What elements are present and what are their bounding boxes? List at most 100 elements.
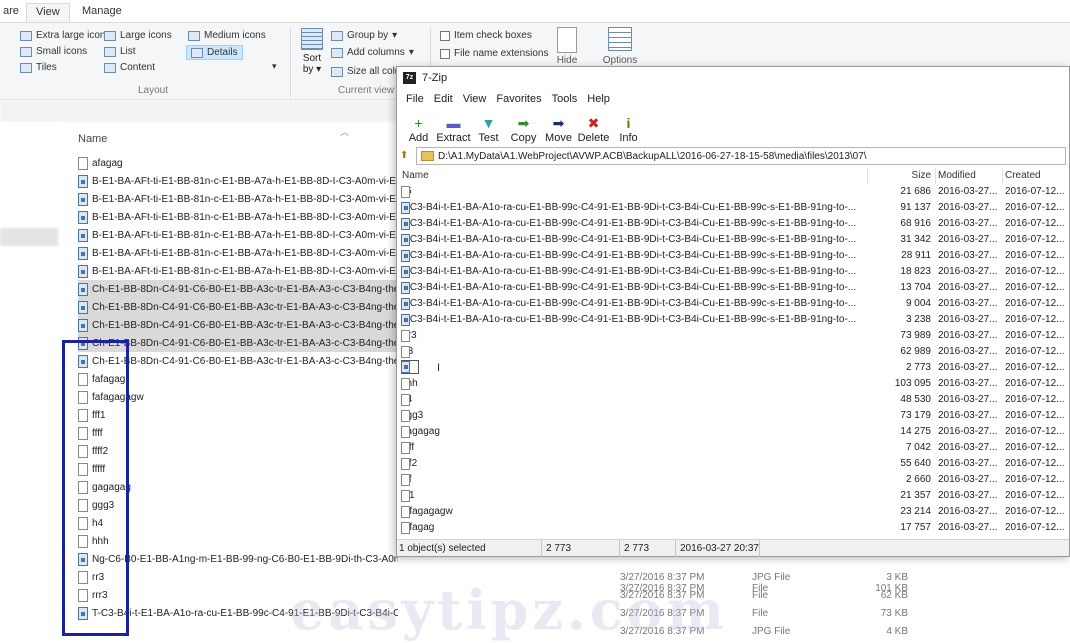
layout-details[interactable]: Details [186, 45, 243, 60]
layout-more-chevron[interactable]: ▾ [272, 61, 277, 72]
archive-row[interactable]: fffff 7 042 2016-03-27... 2016-07-12... [397, 440, 1069, 456]
archive-row[interactable]: fafagag 17 757 2016-03-27... 2016-07-12... [397, 520, 1069, 536]
cell-modified: 2016-03-27... [938, 362, 998, 373]
tab-view[interactable]: View [26, 3, 70, 22]
archive-row[interactable]: T-C3-B4i-t-E1-BA-A1o-ra-cu-E1-BB-99c-C4-… [397, 280, 1069, 296]
archive-row[interactable]: hI 2 773 2016-03-27... 2016-07-12... [397, 360, 1069, 376]
path-field[interactable]: D:\A1.MyData\A1.WebProject\AVWP.ACB\Back… [416, 147, 1066, 165]
size-all-columns-button[interactable]: Size all colu [331, 66, 400, 77]
archive-row[interactable]: T-C3-B4i-t-E1-BA-A1o-ra-cu-E1-BB-99c-C4-… [397, 264, 1069, 280]
layout-small-icons[interactable]: Small icons [20, 46, 87, 57]
column-divider[interactable] [1002, 168, 1003, 184]
column-header-name[interactable]: Name [402, 168, 429, 184]
menu-view[interactable]: View [458, 93, 492, 105]
archive-row[interactable]: h4 48 530 2016-03-27... 2016-07-12... [397, 392, 1069, 408]
archive-row[interactable]: ggg3 73 179 2016-03-27... 2016-07-12... [397, 408, 1069, 424]
layout-large-icons[interactable]: Large icons [104, 30, 172, 41]
file-row[interactable]: B-E1-BA-AFt-ti-E1-BB-81n-c-E1-BB-A7a-h-E… [78, 172, 398, 190]
medium-icons-icon [188, 30, 200, 41]
test-button[interactable]: ▼ Test [471, 109, 506, 145]
archive-row[interactable]: gagagag 14 275 2016-03-27... 2016-07-12... [397, 424, 1069, 440]
cell-name: rr3 [401, 344, 866, 360]
column-header-modified[interactable]: Modified [938, 168, 976, 184]
column-divider[interactable] [935, 168, 936, 184]
extract-button[interactable]: ▬ Extract [436, 109, 471, 145]
column-header-size[interactable]: Size [869, 168, 931, 184]
options-button[interactable]: Options [602, 27, 638, 66]
archive-row[interactable]: T-C3-B4i-t-E1-BA-A1o-ra-cu-E1-BB-99c-C4-… [397, 200, 1069, 216]
layout-tiles[interactable]: Tiles [20, 62, 57, 73]
archive-row[interactable]: T-C3-B4i-t-E1-BA-A1o-ra-cu-E1-BB-99c-C4-… [397, 296, 1069, 312]
cell-name: ffff2 [401, 456, 866, 472]
file-icon [401, 426, 410, 438]
up-folder-icon[interactable]: ⬆ [400, 150, 412, 162]
menu-edit[interactable]: Edit [429, 93, 458, 105]
file-row[interactable]: B-E1-BA-AFt-ti-E1-BB-81n-c-E1-BB-A7a-h-E… [78, 244, 398, 262]
archive-row[interactable]: hhh 103 095 2016-03-27... 2016-07-12... [397, 376, 1069, 392]
layout-content[interactable]: Content [104, 62, 155, 73]
file-name: Ch-E1-BB-8Dn-C4-91-C6-B0-E1-BB-A3c-tr-E1… [92, 355, 398, 367]
file-type: File [752, 590, 769, 601]
text-cursor-icon: I [437, 362, 441, 374]
archive-row[interactable]: T-C3-B4i-t-E1-BA-A1o-ra-cu-E1-BB-99c-C4-… [397, 312, 1069, 328]
archive-row[interactable]: fafagagagw 23 214 2016-03-27... 2016-07-12.… [397, 504, 1069, 520]
add-button[interactable]: + Add [401, 109, 436, 145]
file-name: T-C3-B4i-t-E1-BA-A1o-ra-cu-E1-BB-99c-C4-… [401, 250, 857, 261]
file-name: B-E1-BA-AFt-ti-E1-BB-81n-c-E1-BB-A7a-h-E… [92, 211, 396, 223]
file-row[interactable]: B-E1-BA-AFt-ti-E1-BB-81n-c-E1-BB-A7a-h-E… [78, 262, 398, 280]
cell-modified: 2016-03-27... [938, 458, 998, 469]
file-row[interactable]: afagag [78, 154, 398, 172]
menu-file[interactable]: File [401, 93, 429, 105]
image-file-icon [78, 318, 88, 332]
file-name-extensions-toggle[interactable]: File name extensions [440, 48, 549, 59]
archive-row[interactable]: rrr3 73 989 2016-03-27... 2016-07-12... [397, 328, 1069, 344]
archive-row[interactable]: T-C3-B4i-t-E1-BA-A1o-ra-cu-E1-BB-99c-C4-… [397, 216, 1069, 232]
file-row[interactable]: B-E1-BA-AFt-ti-E1-BB-81n-c-E1-BB-A7a-h-E… [78, 208, 398, 226]
layout-extra-large-icons[interactable]: Extra large icons [20, 30, 110, 41]
delete-button[interactable]: ✖ Delete [576, 109, 611, 145]
plus-icon: + [414, 115, 423, 131]
option-label: Large icons [120, 30, 172, 41]
archive-row[interactable]: ffff2 55 640 2016-03-27... 2016-07-12... [397, 456, 1069, 472]
nav-item-selected[interactable] [0, 228, 58, 246]
file-row[interactable]: Ch-E1-BB-8Dn-C4-91-C6-B0-E1-BB-A3c-tr-E1… [78, 298, 398, 316]
cell-modified: 2016-03-27... [938, 330, 998, 341]
archive-row[interactable]: T-C3-B4i-t-E1-BA-A1o-ra-cu-E1-BB-99c-C4-… [397, 232, 1069, 248]
copy-arrow-icon: ➡ [517, 115, 530, 131]
menu-favorites[interactable]: Favorites [491, 93, 546, 105]
file-type: JPG File [752, 572, 791, 583]
file-row[interactable]: Ch-E1-BB-8Dn-C4-91-C6-B0-E1-BB-A3c-tr-E1… [78, 316, 398, 334]
cell-modified: 2016-03-27... [938, 266, 998, 277]
file-row[interactable]: B-E1-BA-AFt-ti-E1-BB-81n-c-E1-BB-A7a-h-E… [78, 190, 398, 208]
cell-modified: 2016-03-27... [938, 426, 998, 437]
move-button[interactable]: ➡ Move [541, 109, 576, 145]
layout-medium-icons[interactable]: Medium icons [188, 30, 266, 41]
tab-share[interactable]: are [0, 3, 28, 22]
column-divider[interactable] [867, 168, 868, 184]
archive-row[interactable]: fff1 21 357 2016-03-27... 2016-07-12... [397, 488, 1069, 504]
cell-name: ggg3 [401, 408, 866, 424]
file-row[interactable]: B-E1-BA-AFt-ti-E1-BB-81n-c-E1-BB-A7a-h-E… [78, 226, 398, 244]
archive-row[interactable]: y5 21 686 2016-03-27... 2016-07-12... [397, 184, 1069, 200]
file-icon [401, 378, 410, 390]
title-bar[interactable]: 7z 7-Zip [397, 67, 1069, 89]
copy-button[interactable]: ➡ Copy [506, 109, 541, 145]
menu-help[interactable]: Help [582, 93, 615, 105]
sort-by-button[interactable]: Sort by ▾ [298, 28, 326, 75]
archive-row[interactable]: T-C3-B4i-t-E1-BA-A1o-ra-cu-E1-BB-99c-C4-… [397, 248, 1069, 264]
7zip-window: 7z 7-Zip File Edit View Favorites Tools … [396, 66, 1070, 557]
add-columns-button[interactable]: Add columns ▾ [331, 47, 414, 58]
group-by-button[interactable]: Group by ▾ [331, 30, 397, 41]
cell-modified: 2016-03-27... [938, 442, 998, 453]
cell-name: rrr3 [401, 328, 866, 344]
layout-list[interactable]: List [104, 46, 136, 57]
tab-manage[interactable]: Manage [73, 3, 131, 22]
file-row[interactable]: Ch-E1-BB-8Dn-C4-91-C6-B0-E1-BB-A3c-tr-E1… [78, 280, 398, 298]
item-check-boxes-toggle[interactable]: Item check boxes [440, 30, 532, 41]
info-button[interactable]: i Info [611, 109, 646, 145]
archive-row[interactable]: ffff 2 660 2016-03-27... 2016-07-12... [397, 472, 1069, 488]
column-header-created[interactable]: Created [1005, 168, 1041, 184]
archive-row[interactable]: rr3 62 989 2016-03-27... 2016-07-12... [397, 344, 1069, 360]
menu-tools[interactable]: Tools [547, 93, 583, 105]
column-header-name[interactable]: Name [78, 133, 107, 145]
